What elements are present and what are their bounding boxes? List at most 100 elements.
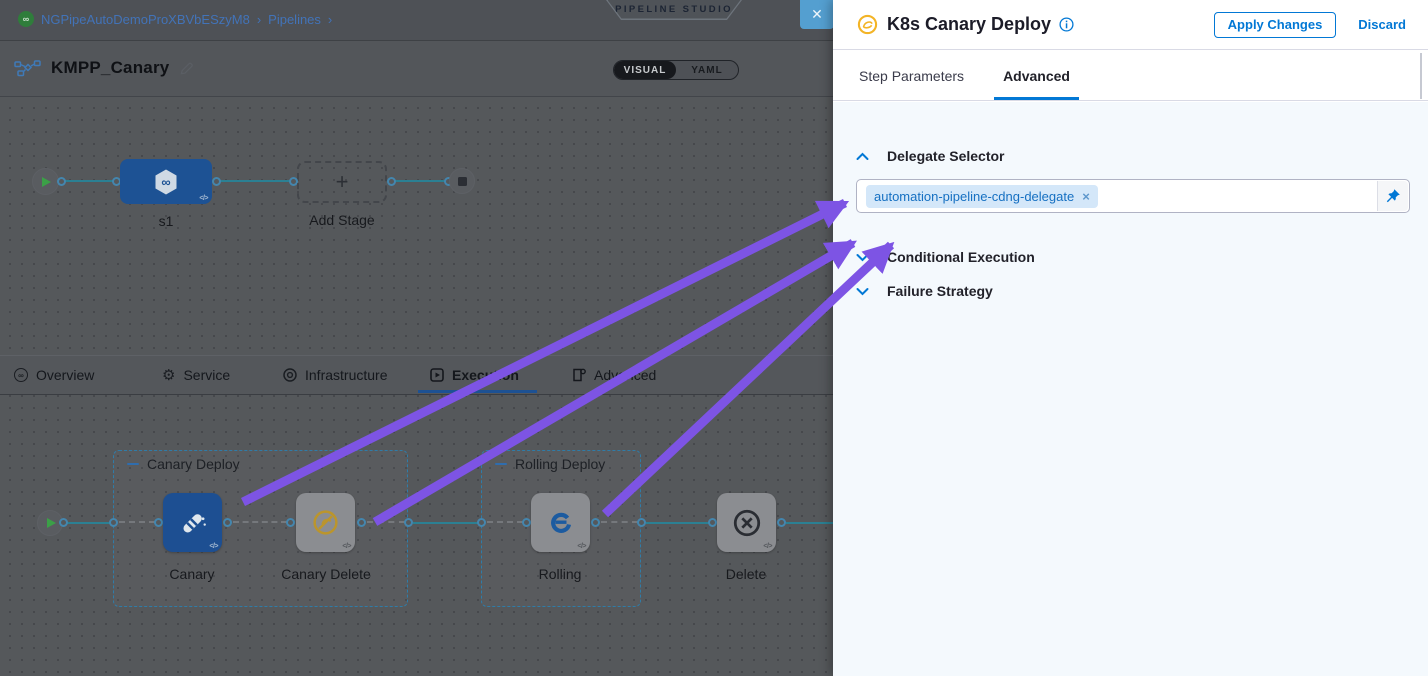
advanced-tab-content: Delegate Selector automation-pipeline-cd… — [833, 102, 1428, 676]
pushpin-icon — [1385, 188, 1401, 204]
failure-strategy-label: Failure Strategy — [887, 283, 993, 299]
stage-config-tabbar: ∞ Overview ⚙ Service Infrastructure Ex — [0, 355, 833, 395]
code-badge: </> — [209, 543, 218, 550]
pin-input-button[interactable] — [1377, 181, 1408, 211]
canary-step-icon — [176, 506, 210, 540]
step-node-rolling[interactable]: </> — [531, 493, 590, 552]
node-port — [637, 518, 646, 527]
tab-label: Infrastructure — [305, 367, 387, 383]
breadcrumb-separator: › — [257, 12, 261, 27]
connector-edge-dashed — [601, 521, 638, 523]
connector-edge — [413, 522, 478, 524]
pipeline-studio-badge-label: PIPELINE STUDIO — [608, 0, 741, 19]
node-port — [109, 518, 118, 527]
tab-label: Execution — [452, 367, 519, 383]
pipeline-studio-app: ∞ NGPipeAutoDemoProXBVbESzyM8 › Pipeline… — [0, 0, 1428, 676]
group-label-rolling-deploy: Rolling Deploy — [495, 456, 605, 472]
plus-icon: + — [336, 169, 349, 195]
group-label-canary-deploy: Canary Deploy — [127, 456, 240, 472]
cd-stage-icon: ∞ — [150, 166, 182, 198]
connector-edge — [66, 522, 110, 524]
connector-edge — [220, 180, 290, 182]
tab-overview[interactable]: ∞ Overview — [14, 356, 94, 394]
info-icon[interactable] — [1059, 17, 1074, 32]
stage-flow-start-node — [32, 168, 59, 195]
step-node-canary[interactable]: </> — [163, 493, 222, 552]
step-config-panel: K8s Canary Deploy Apply Changes Discard … — [833, 0, 1428, 676]
breadcrumb-pipelines-link[interactable]: Pipelines — [268, 12, 321, 27]
stop-icon — [458, 177, 467, 186]
code-badge: </> — [342, 543, 351, 550]
tab-step-parameters[interactable]: Step Parameters — [857, 51, 966, 100]
tab-execution[interactable]: Execution — [430, 356, 519, 394]
rolling-deploy-icon — [546, 508, 576, 538]
delegate-selector-label: Delegate Selector — [887, 148, 1005, 164]
pipeline-studio-badge: PIPELINE STUDIO — [606, 0, 742, 20]
step-node-canary-delete[interactable]: </> — [296, 493, 355, 552]
edit-pipeline-icon[interactable] — [179, 61, 194, 76]
close-drawer-button[interactable]: ✕ — [800, 0, 834, 29]
section-failure-strategy[interactable]: Failure Strategy — [856, 283, 993, 299]
delegate-tag-text: automation-pipeline-cdng-delegate — [874, 189, 1074, 204]
group-title: Canary Deploy — [147, 456, 240, 472]
tab-label: Service — [183, 367, 230, 383]
conditional-execution-label: Conditional Execution — [887, 249, 1035, 265]
node-port — [59, 518, 68, 527]
svg-text:∞: ∞ — [161, 174, 170, 189]
node-port — [286, 518, 295, 527]
step-title: K8s Canary Deploy — [887, 14, 1051, 35]
stage-label: s1 — [159, 213, 174, 229]
discard-button[interactable]: Discard — [1358, 17, 1406, 32]
breadcrumb-separator: › — [328, 12, 332, 27]
node-port — [522, 518, 531, 527]
scrollbar-thumb[interactable] — [1420, 53, 1422, 99]
delete-icon — [731, 507, 763, 539]
tab-service[interactable]: ⚙ Service — [162, 356, 230, 394]
breadcrumb-project-link[interactable]: NGPipeAutoDemoProXBVbESzyM8 — [41, 12, 250, 27]
collapse-group-icon[interactable] — [495, 463, 507, 466]
connector-edge — [646, 522, 709, 524]
chevron-up-icon[interactable] — [856, 152, 869, 161]
step-config-header: K8s Canary Deploy Apply Changes Discard — [833, 0, 1428, 50]
canary-delete-icon — [310, 507, 341, 538]
apply-changes-button[interactable]: Apply Changes — [1214, 12, 1337, 38]
step-label: Canary — [169, 566, 214, 582]
section-conditional-execution[interactable]: Conditional Execution — [856, 249, 1035, 265]
toggle-visual[interactable]: VISUAL — [614, 61, 676, 79]
add-stage-label: Add Stage — [309, 212, 374, 228]
step-label: Canary Delete — [281, 566, 371, 582]
delegate-selector-input[interactable]: automation-pipeline-cdng-delegate × — [856, 179, 1410, 213]
chevron-down-icon[interactable] — [856, 253, 869, 262]
collapse-group-icon[interactable] — [127, 463, 139, 466]
stage-flow-end-node — [449, 168, 475, 194]
group-title: Rolling Deploy — [515, 456, 605, 472]
tab-infrastructure[interactable]: Infrastructure — [283, 356, 387, 394]
pipeline-graph-icon — [14, 60, 41, 77]
add-stage-button[interactable]: + — [297, 161, 387, 203]
node-port — [404, 518, 413, 527]
toggle-yaml[interactable]: YAML — [676, 61, 738, 79]
target-icon — [283, 368, 297, 382]
play-icon — [47, 518, 56, 528]
tab-advanced[interactable]: Advanced — [572, 356, 656, 394]
pipeline-title: KMPP_Canary — [51, 58, 169, 78]
tab-label: Advanced — [594, 367, 656, 383]
connector-edge — [786, 522, 833, 524]
connector-edge-dashed — [233, 521, 287, 523]
connector-edge — [64, 180, 113, 182]
node-port — [777, 518, 786, 527]
chevron-down-icon[interactable] — [856, 287, 869, 296]
connector-edge-dashed — [367, 521, 405, 523]
remove-tag-icon[interactable]: × — [1082, 189, 1090, 204]
harness-circle-icon: ∞ — [14, 368, 28, 382]
step-group-canary-deploy[interactable] — [113, 450, 408, 607]
delegate-tag: automation-pipeline-cdng-delegate × — [866, 185, 1098, 208]
node-port — [708, 518, 717, 527]
play-icon — [42, 177, 51, 187]
section-delegate-selector[interactable]: Delegate Selector — [856, 148, 1005, 164]
pipeline-studio-left-region: ∞ NGPipeAutoDemoProXBVbESzyM8 › Pipeline… — [0, 0, 833, 676]
step-node-delete[interactable]: </> — [717, 493, 776, 552]
node-port — [57, 177, 66, 186]
stage-node-s1[interactable]: ∞ </> — [120, 159, 212, 204]
tab-advanced[interactable]: Advanced — [994, 51, 1079, 100]
